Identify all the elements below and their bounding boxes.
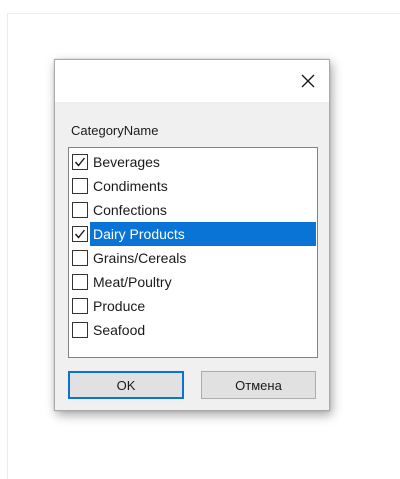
list-item[interactable]: Produce (70, 294, 316, 318)
list-item-label: Produce (93, 298, 146, 314)
field-label: CategoryName (71, 123, 159, 138)
checkbox-unchecked[interactable] (72, 178, 88, 194)
list-item[interactable]: Seafood (70, 318, 316, 342)
list-item-label: Grains/Cereals (93, 250, 187, 266)
checkbox-unchecked[interactable] (72, 298, 88, 314)
list-item-label: Condiments (93, 178, 168, 194)
checkbox-unchecked[interactable] (72, 202, 88, 218)
close-button[interactable] (293, 66, 323, 96)
list-item[interactable]: Beverages (70, 150, 316, 174)
list-item-label: Seafood (93, 322, 146, 338)
list-item-label: Meat/Poultry (93, 274, 172, 290)
checkbox-checked[interactable] (72, 154, 88, 170)
close-icon (301, 74, 315, 88)
checkmark-icon (74, 157, 86, 167)
list-item[interactable]: Meat/Poultry (70, 270, 316, 294)
list-item-label: Beverages (93, 154, 160, 170)
page: CategoryName Beverages Condiments Confecti… (0, 0, 400, 479)
list-item[interactable]: Condiments (70, 174, 316, 198)
dialog-titlebar (55, 60, 329, 102)
ok-button[interactable]: OK (68, 371, 184, 399)
checkbox-unchecked[interactable] (72, 250, 88, 266)
checkbox-unchecked[interactable] (72, 322, 88, 338)
checkbox-unchecked[interactable] (72, 274, 88, 290)
filter-dialog: CategoryName Beverages Condiments Confecti… (54, 59, 330, 411)
checkmark-icon (74, 229, 86, 239)
checked-listbox[interactable]: Beverages Condiments Confections Dairy Prod… (68, 147, 318, 358)
list-item-label: Confections (93, 202, 167, 218)
cancel-button[interactable]: Отмена (201, 371, 316, 399)
checkbox-checked[interactable] (72, 226, 88, 242)
list-item[interactable]: Confections (70, 198, 316, 222)
list-item[interactable]: Grains/Cereals (70, 246, 316, 270)
list-item-label: Dairy Products (90, 222, 316, 246)
list-item[interactable]: Dairy Products (70, 222, 316, 246)
